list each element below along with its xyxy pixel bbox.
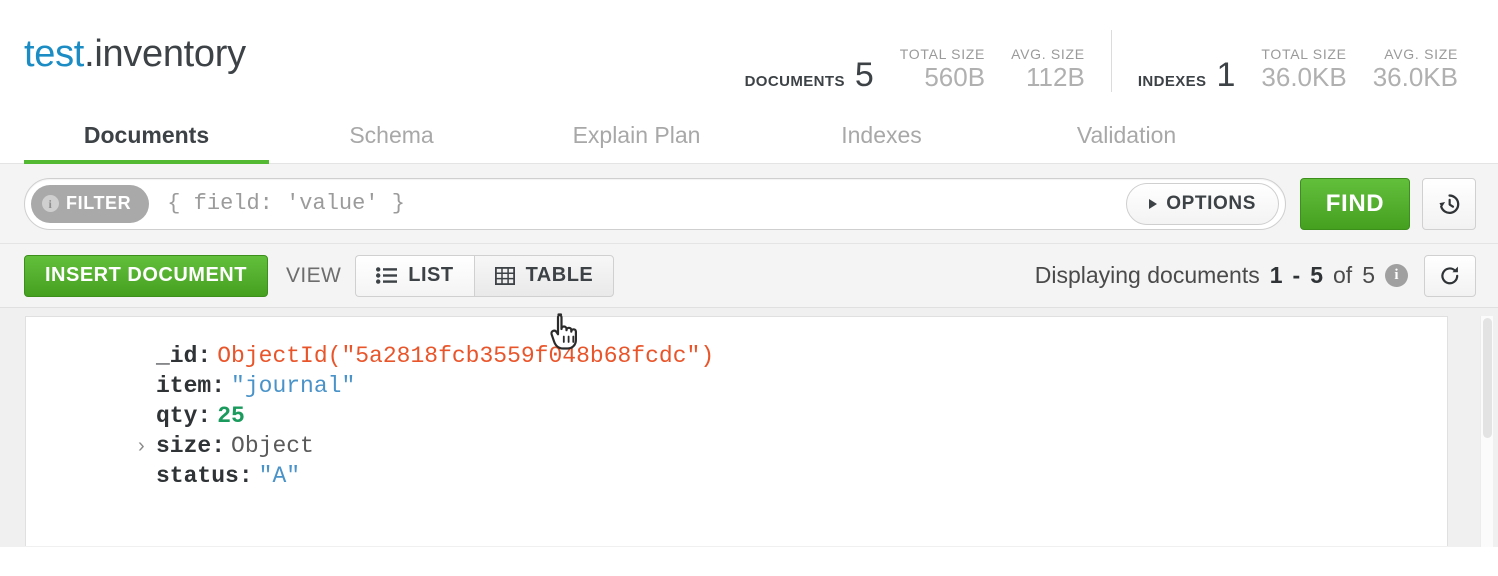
refresh-documents-button[interactable] — [1424, 255, 1476, 297]
view-mode-list-label: LIST — [408, 264, 453, 287]
tab-schema-label: Schema — [349, 122, 433, 149]
indexes-total-size: TOTAL SIZE 36.0KB — [1261, 46, 1346, 92]
table-icon — [495, 267, 515, 285]
collection-tabbar: Documents Schema Explain Plan Indexes Va… — [0, 108, 1498, 164]
indexes-stat-value: 1 — [1216, 58, 1235, 92]
find-button-label: FIND — [1326, 190, 1384, 218]
chevron-right-icon[interactable]: › — [138, 431, 145, 461]
options-button-label: OPTIONS — [1166, 193, 1256, 215]
document-card[interactable]: _id:ObjectId("5a2818fcb3559f048b68fcdc")… — [25, 316, 1448, 546]
documents-stat-value: 5 — [855, 58, 874, 92]
filter-input-container[interactable]: i FILTER { field: 'value' } OPTIONS — [24, 178, 1286, 230]
filter-badge-label: FILTER — [66, 193, 131, 214]
mongodb-compass-window: test.inventory DOCUMENTS 5 TOTAL SIZE 56… — [0, 0, 1498, 576]
indexes-avg-size-value: 36.0KB — [1373, 63, 1458, 92]
tab-schema[interactable]: Schema — [269, 108, 514, 163]
field-key: item — [156, 371, 211, 401]
view-mode-table[interactable]: TABLE — [474, 255, 615, 297]
namespace-title: test.inventory — [24, 33, 246, 76]
view-mode-table-label: TABLE — [526, 264, 594, 287]
history-icon — [1436, 191, 1462, 217]
options-button[interactable]: OPTIONS — [1126, 183, 1279, 225]
collection-header: test.inventory DOCUMENTS 5 TOTAL SIZE 56… — [0, 0, 1498, 108]
displaying-range-start: 1 — [1270, 262, 1283, 289]
filter-badge[interactable]: i FILTER — [31, 185, 149, 223]
view-mode-label: VIEW — [286, 264, 341, 288]
field-value: Object — [231, 431, 314, 461]
documents-stat-group: DOCUMENTS 5 TOTAL SIZE 560B AVG. SIZE 11… — [745, 46, 1103, 92]
list-icon — [376, 267, 397, 284]
displaying-range-end: 5 — [1310, 262, 1323, 289]
documents-avg-size-label: AVG. SIZE — [1011, 46, 1085, 64]
field-key: _id — [156, 341, 197, 371]
database-name: test — [24, 33, 84, 75]
displaying-of-word: of — [1333, 262, 1352, 289]
tab-validation-label: Validation — [1077, 122, 1176, 149]
indexes-total-size-value: 36.0KB — [1261, 63, 1346, 92]
documents-stat: DOCUMENTS 5 — [745, 58, 874, 92]
document-field-item[interactable]: item:"journal" — [26, 371, 1447, 401]
chevron-right-icon — [1149, 199, 1157, 209]
tab-explain-plan[interactable]: Explain Plan — [514, 108, 759, 163]
field-value: "A" — [259, 461, 300, 491]
documents-total-size: TOTAL SIZE 560B — [900, 46, 985, 92]
indexes-total-size-label: TOTAL SIZE — [1261, 46, 1346, 64]
query-bar: i FILTER { field: 'value' } OPTIONS FIND — [0, 164, 1498, 244]
field-value: 25 — [217, 401, 245, 431]
displaying-total: 5 — [1362, 262, 1375, 289]
collection-stats: DOCUMENTS 5 TOTAL SIZE 560B AVG. SIZE 11… — [745, 0, 1476, 108]
document-field-size[interactable]: ›size:Object — [26, 431, 1447, 461]
documents-scrollbar-thumb[interactable] — [1483, 318, 1492, 438]
indexes-avg-size: AVG. SIZE 36.0KB — [1373, 46, 1458, 92]
document-field-qty[interactable]: qty:25 — [26, 401, 1447, 431]
refresh-icon — [1438, 264, 1462, 288]
document-field-status[interactable]: status:"A" — [26, 461, 1447, 491]
field-key: qty — [156, 401, 197, 431]
documents-scrollbar[interactable] — [1480, 316, 1493, 547]
documents-stat-label: DOCUMENTS — [745, 73, 845, 90]
find-button[interactable]: FIND — [1300, 178, 1410, 230]
field-value: "journal" — [231, 371, 355, 401]
indexes-stat-label: INDEXES — [1138, 73, 1207, 90]
sampling-info-icon[interactable]: i — [1385, 264, 1408, 287]
view-mode-list[interactable]: LIST — [355, 255, 473, 297]
indexes-stat-group: INDEXES 1 TOTAL SIZE 36.0KB AVG. SIZE 36… — [1111, 30, 1476, 92]
collection-name: inventory — [94, 33, 246, 75]
documents-avg-size: AVG. SIZE 112B — [1011, 46, 1085, 92]
displaying-prefix: Displaying documents — [1035, 262, 1260, 289]
displaying-range-dash: - — [1293, 262, 1301, 289]
documents-total-size-value: 560B — [924, 63, 985, 92]
document-field-_id[interactable]: _id:ObjectId("5a2818fcb3559f048b68fcdc") — [26, 341, 1447, 371]
tab-documents[interactable]: Documents — [24, 108, 269, 163]
filter-input[interactable]: { field: 'value' } — [167, 191, 1126, 216]
tab-indexes-label: Indexes — [841, 122, 922, 149]
documents-total-size-label: TOTAL SIZE — [900, 46, 985, 64]
view-mode-toggle: LIST TABLE — [355, 255, 614, 297]
field-key: size — [156, 431, 211, 461]
query-history-button[interactable] — [1422, 178, 1476, 230]
field-key: status — [156, 461, 239, 491]
insert-document-button[interactable]: INSERT DOCUMENT — [24, 255, 268, 297]
info-icon: i — [42, 195, 59, 212]
documents-toolbar: INSERT DOCUMENT VIEW LIST — [0, 244, 1498, 308]
tab-explain-plan-label: Explain Plan — [573, 122, 701, 149]
indexes-stat: INDEXES 1 — [1138, 58, 1236, 92]
tab-validation[interactable]: Validation — [1004, 108, 1249, 163]
documents-avg-size-value: 112B — [1026, 63, 1085, 92]
field-value: ObjectId("5a2818fcb3559f048b68fcdc") — [217, 341, 714, 371]
tab-indexes[interactable]: Indexes — [759, 108, 1004, 163]
namespace-separator: . — [84, 33, 94, 75]
displaying-documents-status: Displaying documents 1 - 5 of 5 i — [1035, 255, 1476, 297]
tab-documents-label: Documents — [84, 122, 209, 149]
indexes-avg-size-label: AVG. SIZE — [1384, 46, 1458, 64]
documents-list[interactable]: _id:ObjectId("5a2818fcb3559f048b68fcdc")… — [0, 308, 1498, 547]
insert-document-label: INSERT DOCUMENT — [45, 264, 247, 287]
